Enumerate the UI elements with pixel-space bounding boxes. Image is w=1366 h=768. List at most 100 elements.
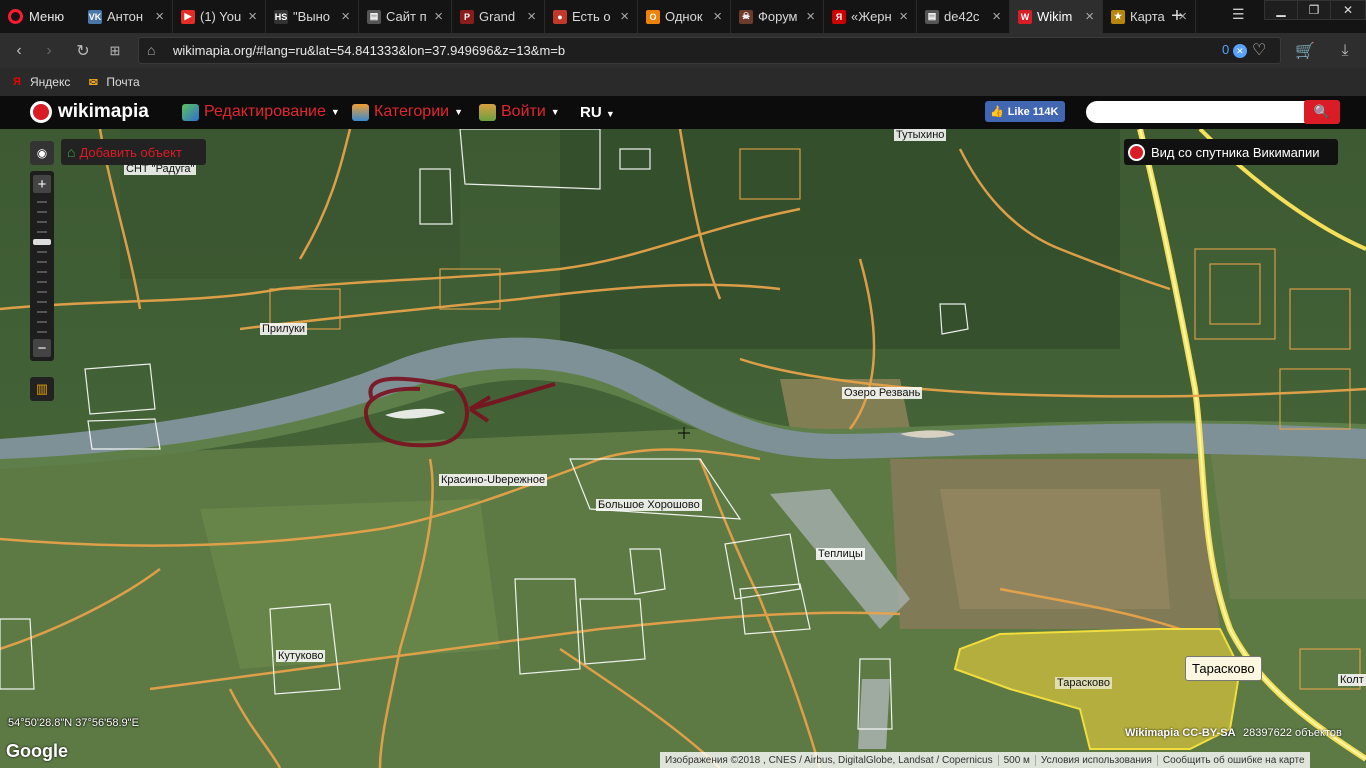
wikimapia-logo[interactable]: wikimapia (30, 101, 149, 123)
browser-tab[interactable]: О Однок × (638, 0, 731, 33)
tab-favicon-icon: ▤ (367, 9, 381, 24)
edit-icon (182, 103, 199, 121)
browser-tab[interactable]: Я «Жерн × (824, 0, 917, 33)
google-logo[interactable]: Google (6, 741, 68, 762)
logo-text: wikimapia (58, 101, 149, 122)
forward-button[interactable]: › (38, 40, 60, 62)
terms-link[interactable]: Условия использования (1036, 754, 1158, 766)
back-button[interactable]: ‹ (8, 40, 30, 62)
browser-tab[interactable]: ▤ de42c × (917, 0, 1010, 33)
search-icon: 🔍 (1313, 104, 1331, 119)
new-tab-button[interactable]: + (1166, 0, 1188, 33)
tab-close-icon[interactable]: × (527, 8, 536, 25)
tab-favicon-icon: HS (274, 9, 288, 24)
maximize-button[interactable]: ❐ (1297, 0, 1331, 20)
bookmark-label: Яндекс (30, 75, 71, 89)
map-attribution: Изображения ©2018 , CNES / Airbus, Digit… (660, 752, 1310, 768)
browser-tab[interactable]: P Grand × (452, 0, 545, 33)
opera-menu-button[interactable]: Меню (0, 0, 78, 33)
tab-close-icon[interactable]: × (620, 8, 629, 25)
tab-close-icon[interactable]: × (899, 8, 908, 25)
reload-button[interactable]: ↻ (72, 40, 94, 62)
place-label[interactable]: Озеро Резвань (842, 387, 923, 399)
scale-bar: 500 м (999, 754, 1036, 766)
tab-favicon-icon: Я (832, 9, 846, 24)
place-label[interactable]: Колт (1338, 674, 1366, 686)
tab-close-icon[interactable]: × (806, 8, 815, 25)
cursor-coordinates: 54°50'28.8"N 37°56'58.9"E (8, 717, 139, 729)
login-icon (479, 103, 496, 121)
bookmark-yandex[interactable]: Я Яндекс (10, 75, 70, 89)
tab-label: (1) You (200, 9, 242, 24)
satellite-view-toggle[interactable]: Вид со спутника Викимапии (1124, 139, 1338, 165)
tab-favicon-icon: VK (88, 9, 102, 24)
browser-tab[interactable]: ☠ Форум × (731, 0, 824, 33)
browser-tab[interactable]: W Wikim × (1010, 0, 1103, 33)
place-label[interactable]: Теплицы (816, 548, 865, 560)
place-label[interactable]: Прилуки (260, 323, 308, 335)
place-label[interactable]: Тарасково (1055, 677, 1112, 689)
license-label[interactable]: Wikimapia CC-BY-SA (1125, 727, 1236, 739)
map-canvas[interactable]: СНТ "Радуга" Тутыхино Прилуки Озеро Резв… (0, 129, 1366, 768)
ruler-tool-button[interactable]: ▥ (30, 377, 54, 401)
address-bar-row: ‹ › ↻ ⊞ ⌂ wikimapia.org/#lang=ru&lat=54.… (0, 33, 1366, 68)
speed-dial-icon[interactable]: ⊞ (104, 40, 126, 62)
browser-tab[interactable]: VK Антон × (80, 0, 173, 33)
tab-close-icon[interactable]: × (155, 8, 164, 25)
zoom-out-button[interactable]: − (33, 339, 51, 357)
browser-tab[interactable]: ▶ (1) You × (173, 0, 266, 33)
security-icon: ⌂ (147, 42, 156, 58)
object-count: 28397622 объектов (1243, 727, 1342, 739)
facebook-like-button[interactable]: 👍 Like 114K (985, 101, 1065, 122)
close-window-button[interactable]: ✕ (1330, 0, 1366, 20)
cart-icon[interactable]: 🛒 (1294, 40, 1316, 62)
search-input[interactable] (1086, 101, 1306, 123)
wikimapia-logo-icon (30, 101, 52, 123)
add-object-button[interactable]: ⌂ Добавить объект (61, 139, 206, 165)
zoom-slider-handle[interactable] (33, 239, 51, 245)
tab-label: Grand (479, 9, 516, 24)
ruler-icon: ▥ (35, 381, 49, 396)
browser-tab[interactable]: ● Есть о × (545, 0, 638, 33)
tab-label: Форум (758, 9, 798, 24)
zoom-in-button[interactable]: + (33, 175, 51, 193)
tab-close-icon[interactable]: × (341, 8, 350, 25)
place-label[interactable]: Большое Хорошово (596, 499, 702, 511)
tab-favicon-icon: ● (553, 9, 567, 24)
report-error-link[interactable]: Сообщить об ошибке на карте (1158, 755, 1310, 766)
zoom-track[interactable] (37, 201, 47, 336)
browser-tab[interactable]: ▤ Сайт п × (359, 0, 452, 33)
language-select[interactable]: RU ▼ (580, 104, 615, 121)
browser-tab-strip: Меню VK Антон × ▶ (1) You × HS "Выно × ▤ Сайт п × P G… (0, 0, 1366, 33)
bookmark-label: Почта (106, 75, 140, 89)
downloads-icon[interactable]: ⤓ (1334, 40, 1356, 62)
minimize-button[interactable]: ▁ (1264, 0, 1298, 20)
place-label[interactable]: Тутыхино (894, 129, 947, 141)
tracker-count-badge[interactable]: 0 ✕ (1222, 42, 1247, 58)
hover-tooltip: Тарасково (1185, 656, 1262, 681)
place-label[interactable]: Кутуково (276, 650, 326, 662)
blocker-icon: ✕ (1232, 44, 1247, 58)
search-button[interactable]: 🔍 (1304, 100, 1340, 124)
tab-close-icon[interactable]: × (248, 8, 257, 25)
url-text: wikimapia.org/#lang=ru&lat=54.841333&lon… (173, 43, 566, 58)
tab-label: «Жерн (851, 9, 892, 24)
nav-edit[interactable]: Редактирование ▼ (182, 103, 340, 121)
satellite-view-label: Вид со спутника Викимапии (1151, 144, 1320, 160)
tab-close-icon[interactable]: × (992, 8, 1001, 25)
tab-close-icon[interactable]: × (713, 8, 722, 25)
tab-favicon-icon: ☠ (739, 9, 753, 24)
browser-tab[interactable]: HS "Выно × (266, 0, 359, 33)
url-field[interactable]: ⌂ wikimapia.org/#lang=ru&lat=54.841333&l… (138, 37, 1281, 64)
my-location-button[interactable]: ◉ (30, 141, 54, 165)
place-label[interactable]: Красино-Ubережное (439, 474, 548, 486)
bookmark-mail[interactable]: ✉ Почта (86, 75, 140, 89)
menu-label: Меню (29, 9, 65, 24)
nav-login[interactable]: Войти ▼ (479, 103, 560, 121)
bookmark-heart-icon[interactable]: ♡ (1252, 40, 1266, 60)
nav-categories[interactable]: Категории ▼ (352, 103, 463, 121)
tab-close-icon[interactable]: × (1085, 8, 1094, 25)
tab-menu-icon[interactable]: ☰ (1232, 6, 1245, 23)
tab-close-icon[interactable]: × (434, 8, 443, 25)
categories-icon (352, 103, 369, 121)
